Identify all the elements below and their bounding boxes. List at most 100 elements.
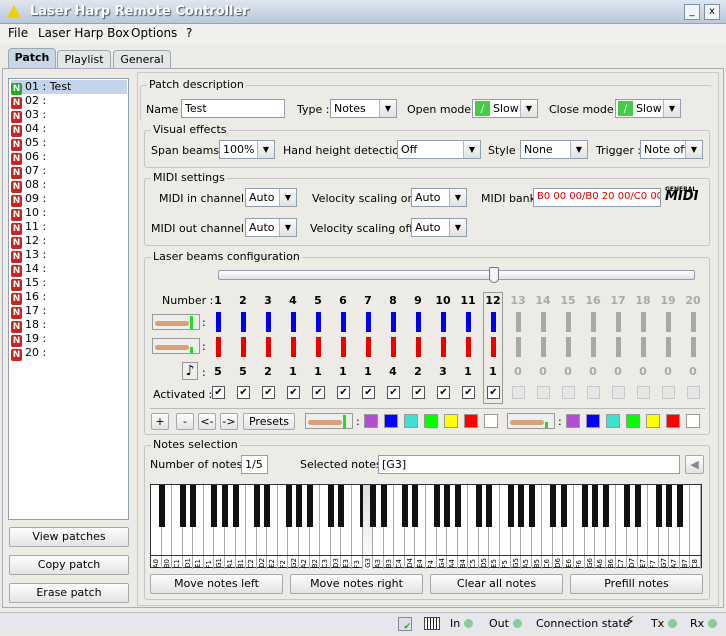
beam-high-bar[interactable] <box>291 312 296 332</box>
beam-activated-checkbox[interactable] <box>512 386 525 399</box>
beam-low-bar[interactable] <box>516 337 521 357</box>
prefill-notes-button[interactable]: Prefill notes <box>570 574 703 594</box>
beam-low-bar[interactable] <box>691 337 696 357</box>
piano-white-key[interactable]: E4 <box>415 485 426 569</box>
color-swatch[interactable] <box>646 414 660 428</box>
beam-high-bar[interactable] <box>366 312 371 332</box>
beam-activated-checkbox[interactable] <box>637 386 650 399</box>
beam-high-bar[interactable] <box>691 312 696 332</box>
beam-low-bar[interactable] <box>241 337 246 357</box>
color-swatch[interactable] <box>384 414 398 428</box>
beam-low-bar[interactable] <box>391 337 396 357</box>
velocity-on-select[interactable]: Auto ▼ <box>411 188 467 207</box>
patch-list-item[interactable]: N 01 : Test <box>11 80 127 95</box>
patch-list-item[interactable]: N 12 : <box>11 234 127 249</box>
piano-white-key[interactable]: B1 <box>236 485 247 569</box>
beam-high-bar[interactable] <box>266 312 271 332</box>
midi-bank-input[interactable]: B0 00 00/B0 20 00/C0 00 <box>533 188 661 207</box>
patch-list-item[interactable]: N 19 : <box>11 332 127 347</box>
beam-high-bar[interactable] <box>516 312 521 332</box>
beam-activated-checkbox[interactable]: ✔ <box>437 386 450 399</box>
piano-white-key[interactable]: B2 <box>310 485 321 569</box>
move-right-button[interactable]: -> <box>220 413 238 430</box>
span-beams-select[interactable]: 100% ▼ <box>219 140 275 159</box>
patch-list-item[interactable]: N 14 : <box>11 262 127 277</box>
move-notes-right-button[interactable]: Move notes right <box>290 574 423 594</box>
patch-list[interactable]: N 01 : Test N 02 : N 03 : N 04 : N 05 : N 06 : N 07 :… <box>8 78 129 520</box>
beam-activated-checkbox[interactable]: ✔ <box>287 386 300 399</box>
beam-activated-checkbox[interactable]: ✔ <box>312 386 325 399</box>
remove-beam-button[interactable]: - <box>176 413 194 430</box>
open-mode-select[interactable]: ∕ Slow ▼ <box>472 99 538 118</box>
beam-low-bar[interactable] <box>591 337 596 357</box>
patch-list-item[interactable]: N 20 : <box>11 346 127 361</box>
presets-button[interactable]: Presets <box>243 413 295 430</box>
piano-white-key[interactable]: E7 <box>638 485 649 569</box>
beam-activated-checkbox[interactable]: ✔ <box>462 386 475 399</box>
patch-list-item[interactable]: N 11 : <box>11 220 127 235</box>
beam-count-slider[interactable] <box>218 267 695 283</box>
piano-white-key[interactable]: B4 <box>458 485 469 569</box>
tab-general[interactable]: General <box>113 50 171 68</box>
beam-activated-checkbox[interactable]: ✔ <box>412 386 425 399</box>
patch-list-item[interactable]: N 18 : <box>11 318 127 333</box>
beam-high-bar[interactable] <box>441 312 446 332</box>
minimize-button[interactable]: _ <box>684 4 700 20</box>
piano-white-key[interactable]: C8 <box>690 485 701 569</box>
beam-high-bar[interactable] <box>241 312 246 332</box>
beam-high-bar[interactable] <box>316 312 321 332</box>
patch-list-item[interactable]: N 15 : <box>11 276 127 291</box>
tab-patch[interactable]: Patch <box>8 48 56 68</box>
color-swatch[interactable] <box>666 414 680 428</box>
speaker-button[interactable]: ◀ <box>685 455 704 474</box>
beam-low-bar[interactable] <box>641 337 646 357</box>
piano-white-key[interactable]: B3 <box>384 485 395 569</box>
style-select[interactable]: None ▼ <box>520 140 588 159</box>
color-swatch[interactable] <box>444 414 458 428</box>
add-beam-button[interactable]: + <box>151 413 169 430</box>
piano-white-key[interactable]: E3 <box>341 485 352 569</box>
beam-low-bar[interactable] <box>616 337 621 357</box>
piano-white-key[interactable]: B7 <box>680 485 691 569</box>
beam-low-bar[interactable] <box>366 337 371 357</box>
beam-low-bar[interactable] <box>566 337 571 357</box>
color-swatch[interactable] <box>424 414 438 428</box>
beam-high-bar[interactable] <box>341 312 346 332</box>
beam-low-bar[interactable] <box>216 337 221 357</box>
color-swatch[interactable] <box>626 414 640 428</box>
beam-activated-checkbox[interactable] <box>562 386 575 399</box>
beam-high-bar[interactable] <box>641 312 646 332</box>
clear-all-notes-button[interactable]: Clear all notes <box>430 574 563 594</box>
patch-list-item[interactable]: N 05 : <box>11 136 127 151</box>
patch-list-item[interactable]: N 07 : <box>11 164 127 179</box>
beam-low-bar[interactable] <box>316 337 321 357</box>
beam-high-bar[interactable] <box>466 312 471 332</box>
beam-low-bar[interactable] <box>541 337 546 357</box>
beam-low-bar[interactable] <box>291 337 296 357</box>
piano-white-key[interactable]: B6 <box>606 485 617 569</box>
beam-activated-checkbox[interactable] <box>587 386 600 399</box>
menu-options[interactable]: Options <box>131 26 177 40</box>
beam-high-bar[interactable] <box>666 312 671 332</box>
beam-low-bar[interactable] <box>416 337 421 357</box>
beam-activated-checkbox[interactable]: ✔ <box>237 386 250 399</box>
tab-playlist[interactable]: Playlist <box>57 50 111 68</box>
beam-activated-checkbox[interactable]: ✔ <box>387 386 400 399</box>
beam-high-bar[interactable] <box>541 312 546 332</box>
beam-activated-checkbox[interactable] <box>612 386 625 399</box>
color-swatch[interactable] <box>686 414 700 428</box>
patch-list-item[interactable]: N 08 : <box>11 178 127 193</box>
beam-low-bar[interactable] <box>441 337 446 357</box>
beam-high-bar[interactable] <box>616 312 621 332</box>
piano-white-key[interactable]: B5 <box>532 485 543 569</box>
piano-white-key[interactable]: B0 <box>162 485 173 569</box>
patch-list-item[interactable]: N 09 : <box>11 192 127 207</box>
beam-activated-checkbox[interactable] <box>687 386 700 399</box>
patch-list-item[interactable]: N 16 : <box>11 290 127 305</box>
menu-help[interactable]: ? <box>186 26 192 40</box>
color-swatch[interactable] <box>464 414 478 428</box>
piano-white-key[interactable]: E6 <box>564 485 575 569</box>
patch-list-item[interactable]: N 06 : <box>11 150 127 165</box>
copy-patch-button[interactable]: Copy patch <box>9 555 129 575</box>
beam-activated-checkbox[interactable]: ✔ <box>212 386 225 399</box>
